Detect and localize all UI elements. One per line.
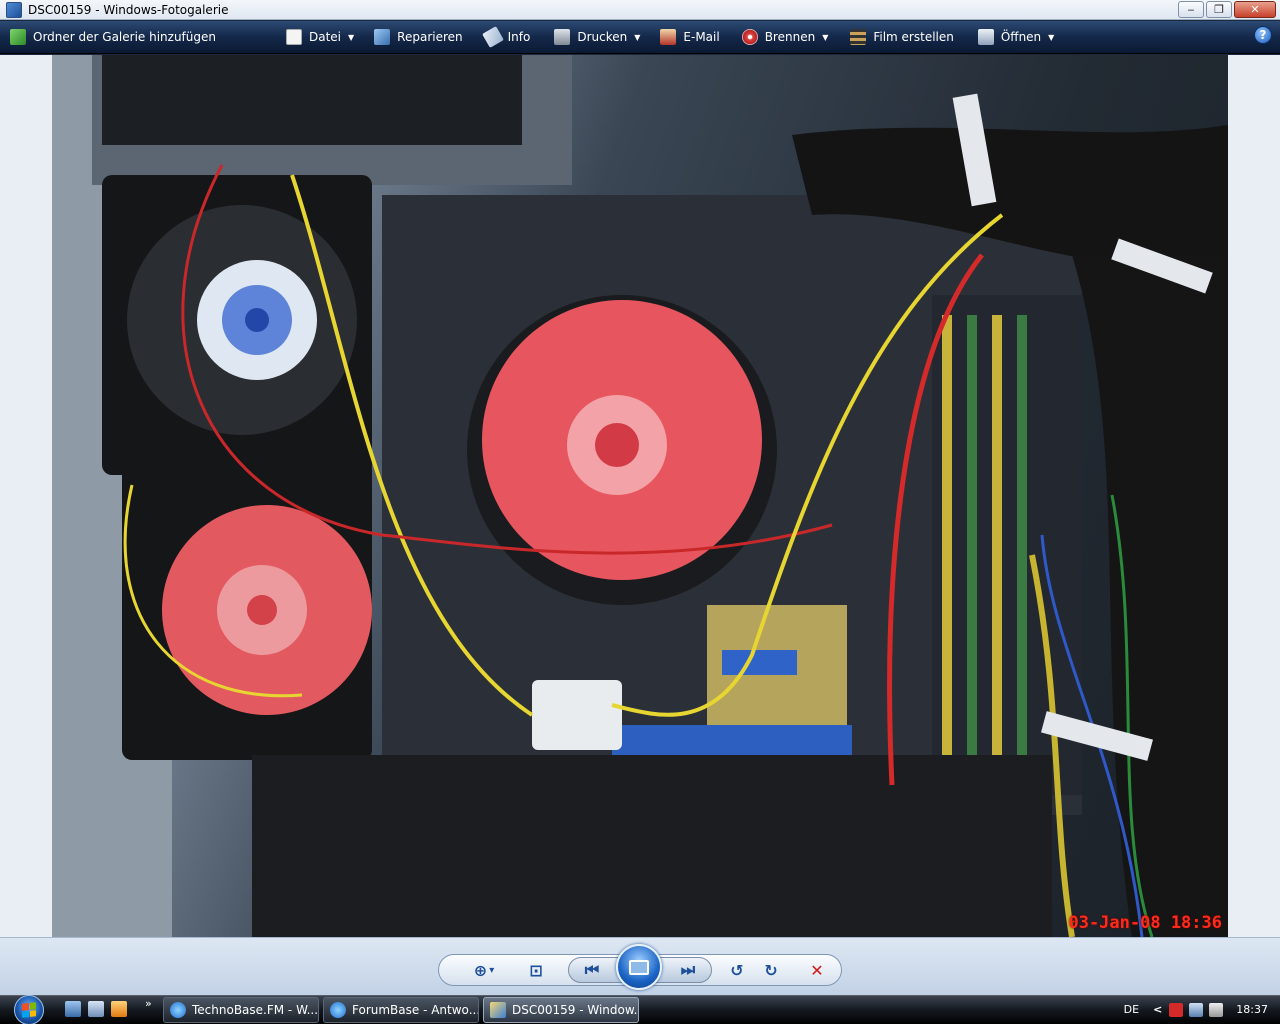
quicklaunch-more-button[interactable]: » [145,997,152,1010]
system-tray: DE < 18:37 [1124,995,1280,1024]
fit-icon: ⊡ [529,960,543,980]
burn-menu-label: Brennen [764,30,816,44]
rotate-ccw-icon: ↺ [730,960,744,980]
rotate-cw-icon: ↻ [764,960,778,980]
photo-image: 03-Jan-08 18:36 [52,55,1228,937]
taskbar-item-photo-gallery[interactable]: DSC00159 - Window... [483,997,639,1023]
printer-icon [554,29,571,45]
language-indicator[interactable]: DE [1124,1003,1139,1016]
title-bar: DSC00159 - Windows-Fotogalerie ‒ ❐ ✕ [0,0,1280,20]
ie-icon [170,1002,186,1018]
taskbar-item-forumbase[interactable]: ForumBase - Antwo... [323,997,479,1023]
make-movie-label: Film erstellen [873,30,954,44]
print-menu-label: Drucken [577,30,628,44]
email-label: E-Mail [683,30,720,44]
chevron-down-icon: ▼ [1048,32,1055,42]
chevron-down-icon: ▼ [822,32,829,42]
zoom-icon: ⊕ [473,960,488,980]
print-menu-button[interactable]: Drucken ▼ [548,24,646,50]
clock[interactable]: 18:37 [1236,1003,1268,1016]
add-folder-button[interactable]: Ordner der Galerie hinzufügen [4,24,222,50]
chevron-down-icon: ▼ [634,32,641,42]
fix-icon [374,29,391,45]
email-button[interactable]: E-Mail [654,24,725,50]
taskbar-item-technobase[interactable]: TechnoBase.FM - W... [163,997,319,1023]
open-icon [977,29,994,45]
rotate-clockwise-button[interactable]: ↻ [758,958,784,982]
network-icon[interactable] [1189,1002,1204,1017]
maximize-button[interactable]: ❐ [1206,1,1232,18]
previous-button[interactable]: ⏮ [578,958,606,982]
photo-gallery-icon [490,1002,506,1018]
film-icon [850,29,867,45]
file-icon [286,29,302,45]
add-folder-label: Ordner der Galerie hinzufügen [33,30,216,44]
start-button[interactable] [8,994,50,1024]
delete-button[interactable]: ✕ [804,958,830,982]
taskbar-item-label: ForumBase - Antwo... [352,1003,479,1017]
add-folder-icon [10,29,26,45]
next-icon: ⏭ [680,960,696,979]
taskbar-item-label: DSC00159 - Window... [512,1003,639,1017]
pc-interior-illustration [52,55,1228,937]
show-hidden-icons-button[interactable]: < [1153,1003,1162,1016]
photo-date-stamp: 03-Jan-08 18:36 [1068,913,1222,933]
slideshow-icon [629,959,649,975]
make-movie-button[interactable]: Film erstellen [844,24,960,50]
taskbar-item-label: TechnoBase.FM - W... [192,1003,319,1017]
photo-gallery-icon [6,1,22,18]
windows-logo-icon [14,994,44,1024]
close-button[interactable]: ✕ [1234,1,1276,18]
show-desktop-icon[interactable] [65,1001,81,1017]
chevron-down-icon: ▾ [489,964,495,976]
minimize-button[interactable]: ‒ [1178,1,1204,18]
help-button[interactable]: ? [1254,26,1272,44]
open-menu-button[interactable]: Öffnen ▼ [972,24,1060,50]
slideshow-button[interactable] [616,944,662,990]
disc-icon [741,29,758,45]
info-label: Info [507,30,531,44]
command-bar: Ordner der Galerie hinzufügen Datei ▼ Re… [0,21,1280,54]
media-player-icon[interactable] [111,1001,127,1017]
file-menu-button[interactable]: Datei ▼ [280,24,360,50]
window-title: DSC00159 - Windows-Fotogalerie [28,2,229,17]
email-icon [660,29,677,45]
security-alert-icon[interactable] [1169,1002,1184,1017]
next-button[interactable]: ⏭ [674,958,702,982]
fit-to-window-button[interactable]: ⊡ [522,958,550,982]
volume-icon[interactable] [1209,1002,1224,1017]
previous-icon: ⏮ [584,960,600,979]
tag-icon [481,26,504,48]
file-menu-label: Datei [309,30,342,44]
zoom-button[interactable]: ⊕ ▾ [466,958,502,982]
fix-label: Reparieren [397,30,463,44]
window-controls: ‒ ❐ ✕ [1178,1,1276,18]
fix-button[interactable]: Reparieren [368,24,468,50]
switch-windows-icon[interactable] [88,1001,104,1017]
rotate-counterclockwise-button[interactable]: ↺ [724,958,750,982]
chevron-down-icon: ▼ [348,32,355,42]
open-menu-label: Öffnen [1000,30,1042,44]
delete-icon: ✕ [810,960,824,980]
info-button[interactable]: Info [479,24,537,50]
ie-icon [330,1002,346,1018]
burn-menu-button[interactable]: Brennen ▼ [736,24,835,50]
